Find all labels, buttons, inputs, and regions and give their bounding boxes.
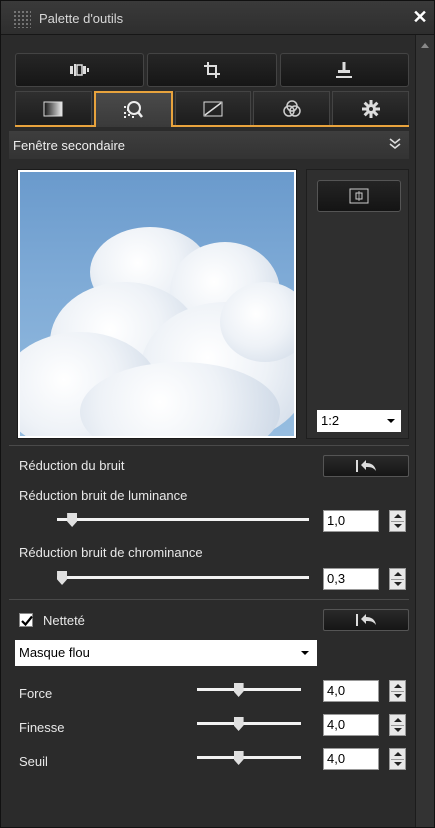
seuil-value[interactable]: 4,0 xyxy=(323,748,379,770)
sharpness-mode-value: Masque flou xyxy=(19,645,90,660)
crop-icon xyxy=(203,62,220,78)
chrominance-label: Réduction bruit de chrominance xyxy=(19,545,203,560)
cloud-sky-image xyxy=(20,172,294,436)
secondary-window-title: Fenêtre secondaire xyxy=(13,137,126,153)
luminance-value[interactable]: 1,0 xyxy=(323,510,379,532)
tab-color-adjust[interactable] xyxy=(253,91,331,125)
fit-view-button[interactable] xyxy=(317,180,401,212)
noise-reset-button[interactable] xyxy=(323,455,409,477)
finesse-label: Finesse xyxy=(19,720,65,735)
sharpness-reset-button[interactable] xyxy=(323,609,409,631)
sharpness-label: Netteté xyxy=(43,613,85,628)
drag-grip-icon[interactable] xyxy=(13,10,31,28)
divider xyxy=(9,599,409,600)
seuil-spinner[interactable] xyxy=(389,748,406,770)
double-chevron-down-icon[interactable] xyxy=(387,136,403,152)
divider xyxy=(9,445,409,446)
viewer-controls: 1:2 xyxy=(306,169,409,439)
finesse-spinner[interactable] xyxy=(389,714,406,736)
finesse-value[interactable]: 4,0 xyxy=(323,714,379,736)
tool-palette-window: Palette d'outils ✕ Fenêtre secondaire 1:… xyxy=(0,0,435,828)
chrominance-slider[interactable] xyxy=(57,571,309,585)
basic-adjust-icon xyxy=(43,101,63,116)
slider-thumb[interactable] xyxy=(67,513,78,527)
seuil-slider[interactable] xyxy=(197,751,301,765)
fit-to-window-icon xyxy=(349,188,369,204)
chevron-down-icon xyxy=(387,419,395,423)
reset-arrow-icon xyxy=(356,614,376,626)
slider-thumb[interactable] xyxy=(233,683,244,697)
scroll-up-icon[interactable] xyxy=(421,43,429,48)
zoom-level-value: 1:2 xyxy=(321,413,340,428)
chrominance-spinner[interactable] xyxy=(389,568,406,590)
luminance-slider[interactable] xyxy=(57,513,309,527)
reset-arrow-icon xyxy=(356,460,376,472)
crop-button[interactable] xyxy=(147,53,277,87)
seuil-label: Seuil xyxy=(19,754,48,769)
close-button[interactable]: ✕ xyxy=(410,7,430,27)
tab-basic-adjust[interactable] xyxy=(15,91,92,125)
tone-curve-icon xyxy=(203,101,223,116)
stamp-button[interactable] xyxy=(279,53,409,87)
secondary-window-header[interactable]: Fenêtre secondaire xyxy=(9,131,409,159)
tab-noise-reduction[interactable] xyxy=(93,91,173,127)
vertical-scrollbar[interactable] xyxy=(415,35,434,827)
color-adjust-icon xyxy=(283,99,301,117)
slider-thumb[interactable] xyxy=(57,571,68,585)
stamp-icon xyxy=(336,62,353,78)
compare-view-icon xyxy=(69,64,89,76)
window-title: Palette d'outils xyxy=(39,11,124,26)
force-label: Force xyxy=(19,686,53,701)
tool-button-row xyxy=(15,53,409,87)
sharpness-checkbox[interactable] xyxy=(19,613,33,627)
noise-reduction-icon xyxy=(124,101,144,118)
tab-tone-curve[interactable] xyxy=(174,91,252,125)
tool-tabs xyxy=(15,91,409,127)
preview-image[interactable] xyxy=(17,169,297,439)
settings-gear-icon xyxy=(361,99,380,118)
title-bar[interactable]: Palette d'outils ✕ xyxy=(1,1,434,35)
slider-thumb[interactable] xyxy=(233,717,244,731)
force-slider[interactable] xyxy=(197,683,301,697)
force-spinner[interactable] xyxy=(389,680,406,702)
finesse-slider[interactable] xyxy=(197,717,301,731)
tab-settings[interactable] xyxy=(332,91,409,125)
chrominance-value[interactable]: 0,3 xyxy=(323,568,379,590)
force-value[interactable]: 4,0 xyxy=(323,680,379,702)
sharpness-mode-select[interactable]: Masque flou xyxy=(15,640,317,666)
chevron-down-icon xyxy=(301,651,309,655)
checkmark-icon xyxy=(21,615,33,627)
noise-reduction-title: Réduction du bruit xyxy=(19,458,125,473)
compare-view-button[interactable] xyxy=(15,53,145,87)
zoom-level-select[interactable]: 1:2 xyxy=(317,410,401,432)
slider-thumb[interactable] xyxy=(233,751,244,765)
luminance-spinner[interactable] xyxy=(389,510,406,532)
luminance-label: Réduction bruit de luminance xyxy=(19,488,188,503)
palette-content: Fenêtre secondaire 1:2 Réduction du brui… xyxy=(1,35,415,827)
